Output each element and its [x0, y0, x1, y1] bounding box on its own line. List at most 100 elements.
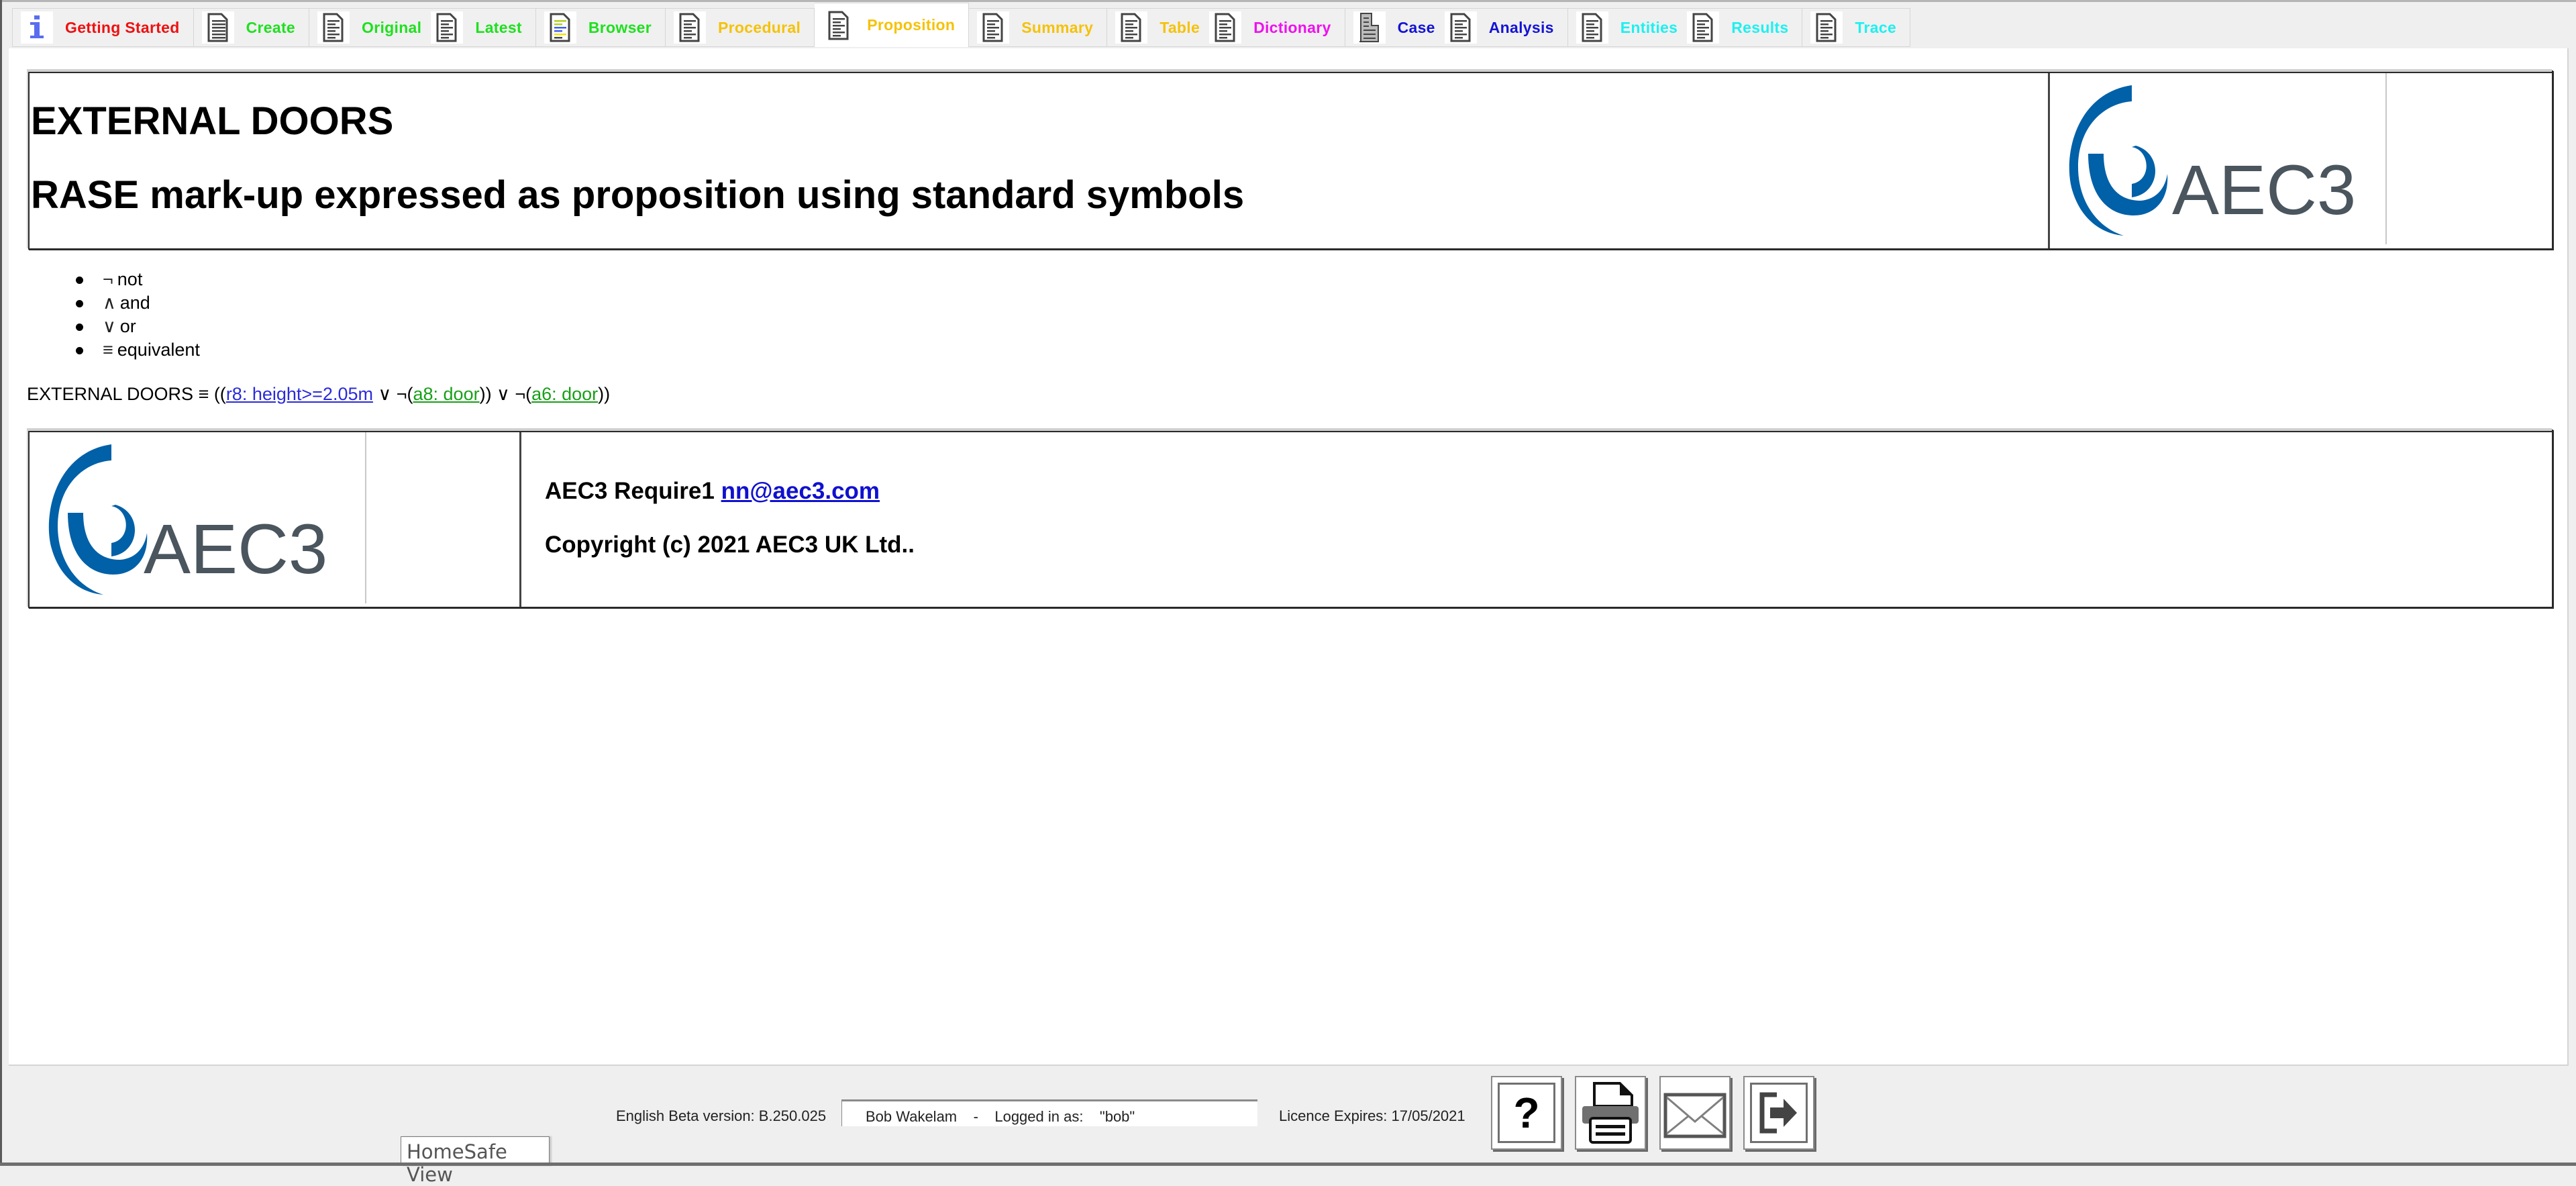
analysis-document-icon	[1444, 11, 1477, 44]
page-title: EXTERNAL DOORS	[31, 99, 394, 143]
tab-analysis[interactable]: Analysis	[1444, 8, 1563, 47]
tab-label: Trace	[1855, 18, 1897, 36]
footer-logo-text: AEC3	[144, 510, 327, 589]
tab-group: Table Dictionary	[1107, 8, 1345, 47]
tab-getting-started[interactable]: Getting Started	[21, 8, 189, 47]
footer-box: AEC3 AEC3 Require1 nn@aec3.com Copyright…	[27, 428, 2552, 607]
tab-label: Getting Started	[65, 18, 180, 36]
legend-meaning: or	[119, 316, 136, 336]
tab-group: Getting Started	[12, 8, 194, 47]
tab-latest[interactable]: Latest	[431, 8, 531, 47]
list-document-icon	[1576, 11, 1608, 44]
question-icon: ?	[1513, 1089, 1540, 1137]
legend-item-equivalent: ≡ equivalent	[76, 338, 200, 362]
tab-group: Proposition	[815, 3, 970, 47]
document-icon	[823, 9, 856, 42]
help-button[interactable]: ?	[1491, 1076, 1562, 1150]
symbol-legend: ¬ not ∧ and ∨ or ≡ equivalent	[76, 268, 200, 362]
window-bottom-border	[0, 1163, 2576, 1166]
legend-symbol: ∨	[103, 316, 116, 336]
tab-bar: Getting Started Create Original Latest Brows…	[12, 3, 1911, 48]
list-document-icon	[1687, 11, 1720, 44]
formula-op1: ∨ ¬(	[372, 384, 413, 404]
print-button[interactable]	[1575, 1076, 1646, 1150]
tab-case[interactable]: Case	[1353, 8, 1445, 47]
tab-summary[interactable]: Summary	[977, 8, 1102, 47]
copyright: Copyright (c) 2021 AEC3 UK Ltd..	[545, 532, 915, 558]
legend-item-and: ∧ and	[76, 291, 200, 315]
window-left-border	[0, 0, 2, 1166]
colored-document-icon	[544, 11, 576, 44]
tab-group: Original Latest	[309, 8, 536, 47]
logo-swirl	[2132, 146, 2156, 197]
link-r8-height[interactable]: r8: height>=2.05m	[226, 384, 373, 404]
legend-symbol: ∧	[103, 293, 116, 313]
info-icon	[21, 11, 53, 44]
tab-label: Summary	[1021, 18, 1094, 36]
list-document-icon	[1810, 11, 1843, 44]
tab-group: Case Analysis	[1345, 8, 1568, 47]
table-document-icon	[1115, 11, 1148, 44]
tab-dictionary[interactable]: Dictionary	[1209, 8, 1340, 47]
tab-procedural[interactable]: Procedural	[674, 8, 810, 47]
exit-button[interactable]	[1743, 1076, 1814, 1150]
product-line: AEC3 Require1 nn@aec3.com	[545, 478, 915, 505]
window-top-border	[0, 0, 2576, 2]
aec3-footer-logo: AEC3	[30, 432, 366, 603]
building-icon	[1353, 11, 1386, 44]
homesafe-view-tab[interactable]: HomeSafe View	[401, 1136, 550, 1186]
legend-item-or: ∨ or	[76, 315, 200, 338]
printer-icon	[1582, 1082, 1639, 1144]
tab-table[interactable]: Table	[1115, 8, 1209, 47]
tab-create[interactable]: Create	[201, 8, 305, 47]
aec3-logo: AEC3	[2050, 73, 2387, 244]
legend-meaning: and	[119, 293, 150, 313]
formula-op2: )) ∨ ¬(	[479, 384, 532, 404]
tab-label: Results	[1731, 18, 1789, 36]
document-icon	[317, 11, 350, 44]
legend-item-not: ¬ not	[76, 268, 200, 291]
link-a8-door[interactable]: a8: door	[413, 384, 480, 404]
tab-group: Summary	[969, 8, 1108, 47]
legend-symbol: ≡	[103, 340, 113, 360]
tab-proposition[interactable]: Proposition	[823, 6, 964, 45]
content-panel: EXTERNAL DOORS RASE mark-up expressed as…	[9, 48, 2569, 1066]
tab-trace[interactable]: Trace	[1810, 8, 1906, 47]
tab-label: Case	[1397, 18, 1435, 36]
email-link[interactable]: nn@aec3.com	[721, 478, 880, 504]
tab-label: Analysis	[1488, 18, 1554, 36]
link-a6-door[interactable]: a6: door	[531, 384, 598, 404]
calculator-document-icon	[201, 11, 234, 44]
tab-entities[interactable]: Entities	[1576, 8, 1687, 47]
legend-meaning: equivalent	[117, 340, 200, 360]
tab-original[interactable]: Original	[317, 8, 431, 47]
document-icon	[674, 11, 707, 44]
tab-label: Table	[1160, 18, 1200, 36]
email-button[interactable]	[1659, 1076, 1731, 1150]
tab-browser[interactable]: Browser	[544, 8, 661, 47]
tab-group: Create	[193, 8, 310, 47]
product-name: AEC3 Require1	[545, 478, 721, 504]
header-box: EXTERNAL DOORS RASE mark-up expressed as…	[27, 69, 2552, 248]
document-icon	[431, 11, 464, 44]
tab-label: Original	[362, 18, 422, 36]
envelope-icon	[1663, 1093, 1727, 1138]
formula-close: ))	[598, 384, 611, 404]
header-logo-cell: AEC3	[2048, 73, 2553, 248]
tab-label: Procedural	[718, 18, 801, 36]
tab-group: Trace	[1802, 8, 1911, 47]
tab-label: Proposition	[867, 16, 956, 34]
document-icon	[977, 11, 1010, 44]
tab-results[interactable]: Results	[1687, 8, 1798, 47]
legend-symbol: ¬	[103, 269, 113, 289]
tab-group: Procedural	[666, 8, 815, 47]
version-label: English Beta version: B.250.025	[616, 1107, 827, 1124]
tab-group: Entities Results	[1567, 8, 1803, 47]
tab-label: Create	[246, 18, 296, 36]
page-subtitle: RASE mark-up expressed as proposition us…	[31, 173, 1245, 217]
formula-equiv: ≡ ((	[193, 384, 226, 404]
status-bar: English Beta version: B.250.025 Bob Wake…	[0, 1094, 2576, 1141]
tab-group: Browser	[535, 8, 666, 47]
logged-in-user-field: Bob Wakelam - Logged in as: "bob"	[841, 1099, 1257, 1126]
dictionary-document-icon	[1209, 11, 1242, 44]
